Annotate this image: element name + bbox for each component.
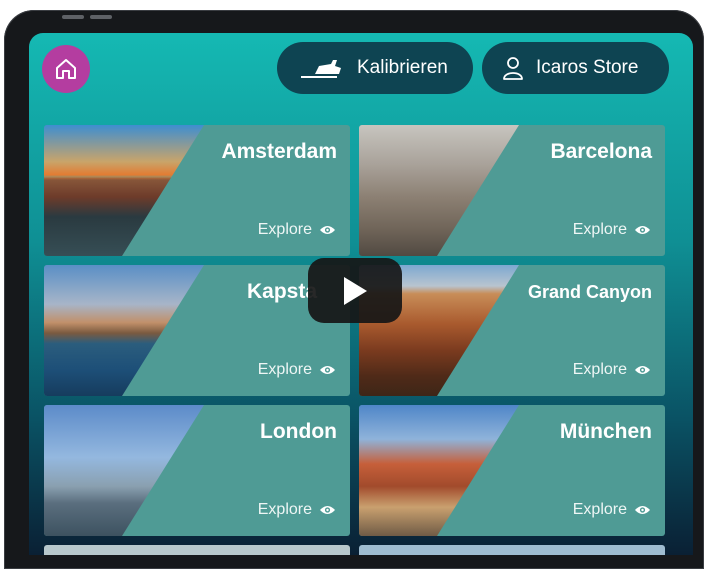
eye-icon — [319, 504, 336, 516]
destination-card-amsterdam[interactable]: Amsterdam Explore — [44, 125, 350, 256]
calibrate-button[interactable]: Kalibrieren — [277, 42, 473, 94]
play-icon — [344, 276, 367, 305]
user-icon — [502, 56, 524, 80]
destination-title: London — [260, 420, 337, 443]
eye-icon — [634, 504, 651, 516]
explore-link[interactable]: Explore — [573, 361, 651, 379]
explore-label: Explore — [257, 221, 312, 238]
explore-link[interactable]: Explore — [258, 501, 336, 519]
destination-card-kapstadt[interactable]: Kapsta Explore — [44, 265, 350, 396]
hardware-button — [90, 15, 112, 19]
home-icon — [56, 59, 76, 79]
destination-card-partial[interactable] — [44, 545, 350, 555]
store-label: Icaros Store — [536, 57, 639, 78]
calibration-device-icon — [297, 56, 345, 80]
destination-card-london[interactable]: London Explore — [44, 405, 350, 536]
destination-card-grand-canyon[interactable]: Grand Canyon Explore — [359, 265, 665, 396]
explore-label: Explore — [257, 361, 312, 378]
destination-title: Grand Canyon — [527, 282, 652, 302]
calibrate-label: Kalibrieren — [357, 57, 448, 78]
home-button[interactable] — [42, 45, 90, 93]
destination-card-muenchen[interactable]: München Explore — [359, 405, 665, 536]
eye-icon — [319, 224, 336, 236]
eye-icon — [634, 364, 651, 376]
explore-label: Explore — [572, 221, 627, 238]
explore-link[interactable]: Explore — [258, 221, 336, 239]
explore-label: Explore — [257, 501, 312, 518]
eye-icon — [319, 364, 336, 376]
video-play-button[interactable] — [308, 258, 402, 323]
destination-title: Barcelona — [550, 140, 652, 163]
explore-label: Explore — [572, 361, 627, 378]
eye-icon — [634, 224, 651, 236]
destination-card-partial[interactable] — [359, 545, 665, 555]
destination-title: München — [559, 420, 652, 443]
explore-link[interactable]: Explore — [258, 361, 336, 379]
hardware-button — [62, 15, 84, 19]
destination-title: Amsterdam — [221, 140, 337, 163]
destination-grid: Amsterdam Explore Barcelona Explore Kaps… — [44, 125, 665, 555]
explore-label: Explore — [572, 501, 627, 518]
destination-card-barcelona[interactable]: Barcelona Explore — [359, 125, 665, 256]
explore-link[interactable]: Explore — [573, 501, 651, 519]
explore-link[interactable]: Explore — [573, 221, 651, 239]
icaros-store-button[interactable]: Icaros Store — [482, 42, 669, 94]
destination-title: Kapsta — [247, 280, 318, 303]
